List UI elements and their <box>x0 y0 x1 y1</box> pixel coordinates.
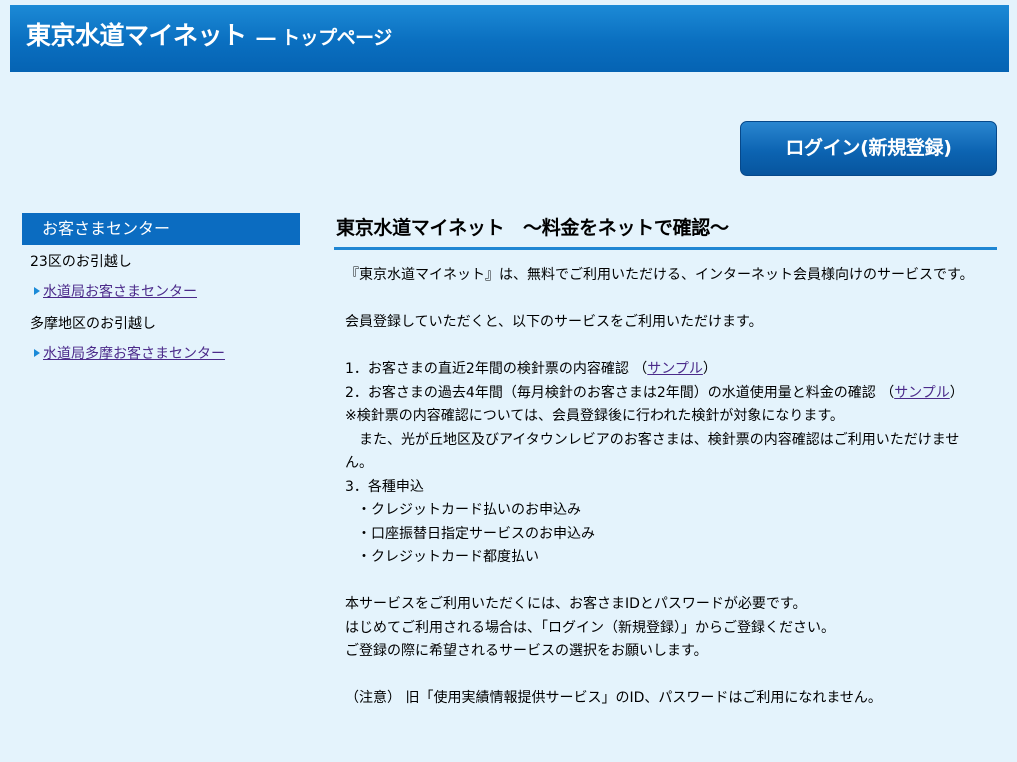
closing-text-1: 本サービスをご利用いただくには、お客さまIDとパスワードが必要です。 <box>345 596 807 612</box>
service-item-3: 3．各種申込 <box>345 478 424 495</box>
closing-text-3: ご登録の際に希望されるサービスの選択をお願いします。 <box>345 643 708 659</box>
sidebar-link-row-23ku: 水道局お客さまセンター <box>34 283 300 301</box>
content-title: 東京水道マイネット ～料金をネットで確認～ <box>336 217 729 239</box>
sample-link-1[interactable]: サンプル <box>647 361 703 377</box>
login-register-button[interactable]: ログイン(新規登録) <box>740 121 997 176</box>
page-title: 東京水道マイネット ― トップページ <box>26 22 392 52</box>
page-subtitle: ― トップページ <box>256 27 393 49</box>
sidebar: お客さまセンター 23区のお引越し 水道局お客さまセンター 多摩地区のお引越し … <box>22 213 300 363</box>
arrow-right-icon <box>34 349 40 357</box>
sample-link-2[interactable]: サンプル <box>894 385 950 401</box>
bullet-transfer-date-application: ・口座振替日指定サービスのお申込み <box>357 525 595 542</box>
page-header: 東京水道マイネット ― トップページ <box>10 5 1009 72</box>
service-item-1-text: 1．お客さまの直近2年間の検針票の内容確認 <box>345 361 629 377</box>
site-title: 東京水道マイネット <box>26 21 247 50</box>
sidebar-section-tama: 多摩地区のお引越し <box>30 316 156 332</box>
service-item-1: 1．お客さまの直近2年間の検針票の内容確認 （サンプル） <box>345 361 717 377</box>
note-hikarigaoka: また、光が丘地区及びアイタウンレビアのお客さまは、検針票の内容確認はご利用いただ… <box>345 431 960 472</box>
caution-text: （注意） 旧「使用実績情報提供サービス」のID、パスワードはご利用になれません。 <box>345 690 882 706</box>
tama-customer-center-link[interactable]: 水道局多摩お客さまセンター <box>43 346 225 362</box>
customer-center-link[interactable]: 水道局お客さまセンター <box>43 284 197 300</box>
sidebar-section-23ku: 23区のお引越し <box>30 254 132 270</box>
sidebar-link-row-tama: 水道局多摩お客さまセンター <box>34 345 300 363</box>
arrow-right-icon <box>34 287 40 295</box>
note-meter-slip: ※検針票の内容確認については、会員登録後に行われた検針が対象になります。 <box>345 408 844 424</box>
sidebar-heading: お客さまセンター <box>22 213 300 245</box>
service-item-2: 2．お客さまの過去4年間（毎月検針のお客さまは2年間）の水道使用量と料金の確認 … <box>345 384 964 401</box>
service-item-2-text: 2．お客さまの過去4年間（毎月検針のお客さまは2年間）の水道使用量と料金の確認 <box>345 384 876 401</box>
services-intro-text: 会員登録していただくと、以下のサービスをご利用いただけます。 <box>345 314 763 330</box>
content-body: 『東京水道マイネット』は、無料でご利用いただける、インターネット会員様向けのサー… <box>345 264 985 711</box>
closing-text-2: はじめてご利用される場合は、「ログイン（新規登録）」からご登録ください。 <box>345 619 835 636</box>
intro-text: 『東京水道マイネット』は、無料でご利用いただける、インターネット会員様向けのサー… <box>345 267 974 283</box>
bullet-credit-card-application: ・クレジットカード払いのお申込み <box>357 502 581 518</box>
content-title-divider <box>334 247 997 250</box>
bullet-credit-card-each-time: ・クレジットカード都度払い <box>357 549 539 565</box>
